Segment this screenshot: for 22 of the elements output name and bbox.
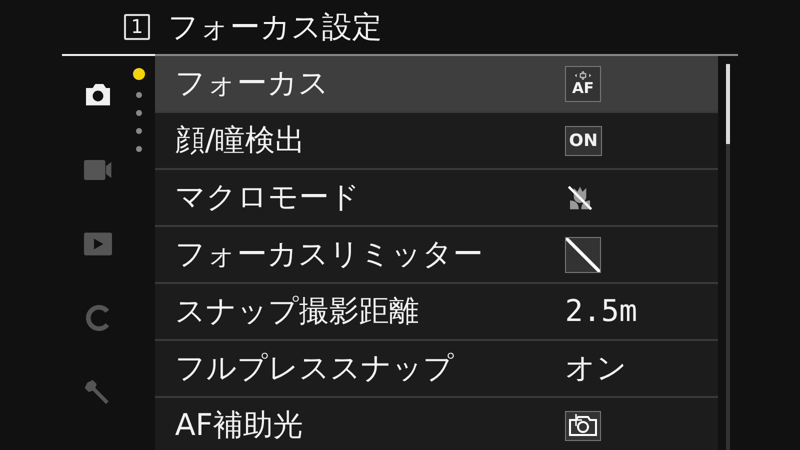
menu-item[interactable]: AF補助光 <box>155 398 718 450</box>
setting-value: 2.5m <box>565 294 638 329</box>
menu-item[interactable]: フォーカスリミッター <box>155 227 718 284</box>
menu-item[interactable]: フォーカス AF <box>155 56 718 113</box>
menu-title: フォーカス設定 <box>168 8 382 46</box>
menu-item[interactable]: フルプレススナップ オン <box>155 341 718 398</box>
menu-item[interactable]: 顔/瞳検出 ON <box>155 113 718 170</box>
menu-item[interactable]: スナップ撮影距離 2.5m <box>155 284 718 341</box>
menu-item-label: フォーカス <box>175 65 330 103</box>
page-number: 1 <box>124 14 150 40</box>
setting-value: ON <box>565 126 602 156</box>
menu-item-label: 顔/瞳検出 <box>175 122 306 160</box>
menu-item-label: マクロモード <box>175 179 361 217</box>
menu-item[interactable]: マクロモード <box>155 170 718 227</box>
menu-item-label: スナップ撮影距離 <box>175 293 420 331</box>
af-assist-light-icon <box>565 410 601 442</box>
setting-value: オン <box>565 350 627 388</box>
menu-item-label: AF補助光 <box>175 407 304 445</box>
menu-item-label: フォーカスリミッター <box>175 236 484 274</box>
limit-off-icon <box>565 236 601 272</box>
autofocus-icon: AF <box>565 66 601 102</box>
menu-item-label: フルプレススナップ <box>175 350 455 388</box>
